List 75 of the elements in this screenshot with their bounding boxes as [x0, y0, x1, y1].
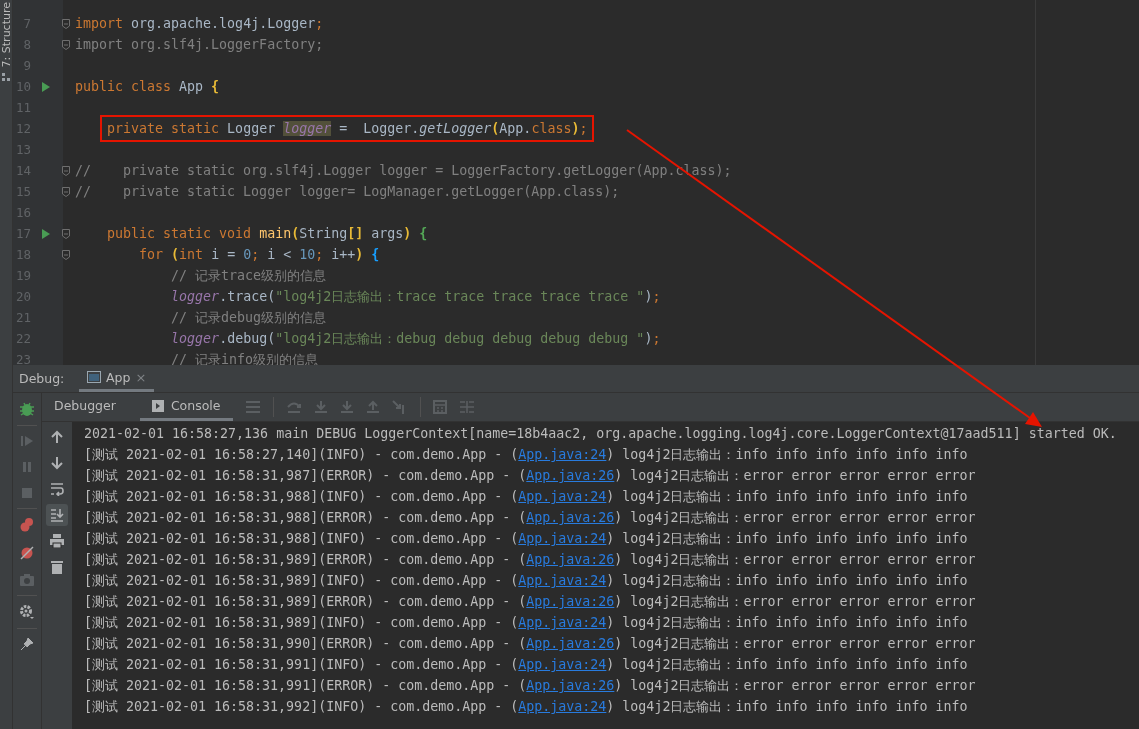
code-line: // private static Logger logger= LogManager.getLogger(App.class);: [75, 183, 620, 201]
scroll-to-end-button[interactable]: [46, 504, 68, 526]
console-line: [测试 2021-02-01 16:58:27,140](INFO) - com.demo.App - (App.java:24) log4j2日志输出：info info info info info info: [84, 446, 969, 464]
fold-icon[interactable]: [61, 164, 71, 177]
breakpoints-icon[interactable]: [19, 517, 35, 533]
run-icon[interactable]: [41, 227, 51, 240]
down-arrow-icon[interactable]: [50, 456, 64, 470]
step-over-icon[interactable]: [285, 400, 302, 414]
code-line: import org.slf4j.LoggerFactory;: [75, 36, 324, 54]
console-line: [测试 2021-02-01 16:58:31,988](INFO) - com.demo.App - (App.java:24) log4j2日志输出：info info info info info info: [84, 530, 969, 548]
window-icon: [87, 371, 101, 383]
trash-icon[interactable]: [51, 560, 63, 574]
code-line: public static void main(String[] args) {: [107, 225, 428, 243]
source-link[interactable]: App.java:24: [518, 657, 607, 672]
scroll-to-end-icon: [50, 508, 64, 522]
console-line: [测试 2021-02-01 16:58:31,989](ERROR) - com.demo.App - (App.java:26) log4j2日志输出：error error error error error: [84, 593, 977, 611]
code-line: for (int i = 0; i < 10; i++) {: [139, 246, 380, 264]
console-line: 2021-02-01 16:58:27,136 main DEBUG LoggerContext[name=18b4aac2, org.apache.logging.log4j.core.LoggerContext@17aad511] started OK.: [84, 425, 1118, 443]
source-link[interactable]: App.java:24: [518, 447, 607, 462]
console-line: [测试 2021-02-01 16:58:31,989](ERROR) - com.demo.App - (App.java:26) log4j2日志输出：error error error error error: [84, 551, 977, 569]
run-icon[interactable]: [41, 80, 51, 93]
pin-icon[interactable]: [20, 637, 34, 651]
settings-icon[interactable]: [19, 604, 35, 620]
panel-title: Debug:: [18, 370, 66, 388]
fold-icon[interactable]: [61, 38, 71, 51]
console-line: [测试 2021-02-01 16:58:31,989](INFO) - com.demo.App - (App.java:24) log4j2日志输出：info info info info info info: [84, 614, 969, 632]
source-link[interactable]: App.java:24: [518, 531, 607, 546]
console-line: [测试 2021-02-01 16:58:31,991](INFO) - com.demo.App - (App.java:24) log4j2日志输出：info info info info info info: [84, 656, 969, 674]
code-line: logger.debug("log4j2日志输出：debug debug debug debug debug ");: [171, 330, 661, 348]
fold-icon[interactable]: [61, 227, 71, 240]
console-line: [测试 2021-02-01 16:58:31,989](INFO) - com.demo.App - (App.java:24) log4j2日志输出：info info info info info info: [84, 572, 969, 590]
force-step-into-icon[interactable]: [339, 400, 354, 414]
up-arrow-icon[interactable]: [50, 430, 64, 444]
session-tab[interactable]: App ×: [79, 365, 155, 392]
console-line: [测试 2021-02-01 16:58:31,987](ERROR) - com.demo.App - (App.java:26) log4j2日志输出：error error error error error: [84, 467, 977, 485]
source-link[interactable]: App.java:26: [526, 678, 615, 693]
code-line: // 记录trace级别的信息: [171, 267, 327, 285]
print-icon[interactable]: [50, 534, 64, 548]
fold-icon[interactable]: [61, 248, 71, 261]
structure-tab[interactable]: 7: Structure: [0, 2, 12, 68]
soft-wrap-icon[interactable]: [50, 482, 64, 496]
source-link[interactable]: App.java:26: [526, 510, 615, 525]
fold-icon[interactable]: [61, 17, 71, 30]
code-line: public class App {: [75, 78, 220, 96]
source-link[interactable]: App.java:26: [526, 468, 615, 483]
console-line: [测试 2021-02-01 16:58:31,988](ERROR) - com.demo.App - (App.java:26) log4j2日志输出：error error error error error: [84, 509, 977, 527]
structure-icon[interactable]: [2, 73, 10, 84]
source-link[interactable]: App.java:24: [518, 615, 607, 630]
code-line: logger.trace("log4j2日志输出：trace trace trace trace trace ");: [171, 288, 661, 306]
source-link[interactable]: App.java:24: [518, 573, 607, 588]
console-line: [测试 2021-02-01 16:58:31,990](ERROR) - com.demo.App - (App.java:26) log4j2日志输出：error error error error error: [84, 635, 977, 653]
fold-icon[interactable]: [61, 185, 71, 198]
source-link[interactable]: App.java:26: [526, 636, 615, 651]
close-button[interactable]: ×: [135, 369, 147, 385]
bug-icon[interactable]: [19, 401, 35, 417]
stop-icon[interactable]: [20, 486, 34, 500]
calculator-icon[interactable]: [432, 400, 447, 414]
console-line: [测试 2021-02-01 16:58:31,991](ERROR) - com.demo.App - (App.java:26) log4j2日志输出：error error error error error: [84, 677, 977, 695]
code-line: // 记录debug级别的信息: [171, 309, 327, 327]
source-link[interactable]: App.java:24: [518, 489, 607, 504]
resume-icon[interactable]: [20, 434, 34, 448]
console-icon: [151, 399, 164, 412]
console-line: [测试 2021-02-01 16:58:31,992](INFO) - com.demo.App - (App.java:24) log4j2日志输出：info info info info info info: [84, 698, 969, 716]
step-into-icon[interactable]: [313, 400, 328, 414]
code-line: import org.apache.log4j.Logger;: [75, 15, 324, 33]
mute-breakpoints-icon[interactable]: [19, 545, 35, 561]
console-line: [测试 2021-02-01 16:58:31,988](INFO) - com.demo.App - (App.java:24) log4j2日志输出：info info info info info info: [84, 488, 969, 506]
source-link[interactable]: App.java:26: [526, 552, 615, 567]
panel-tab[interactable]: Debugger: [42, 393, 128, 421]
source-link[interactable]: App.java:26: [526, 594, 615, 609]
menu-icon[interactable]: [244, 400, 261, 414]
source-link[interactable]: App.java:24: [518, 699, 607, 714]
pause-icon[interactable]: [20, 460, 34, 474]
camera-icon[interactable]: [19, 573, 35, 587]
step-out-icon[interactable]: [365, 400, 380, 414]
